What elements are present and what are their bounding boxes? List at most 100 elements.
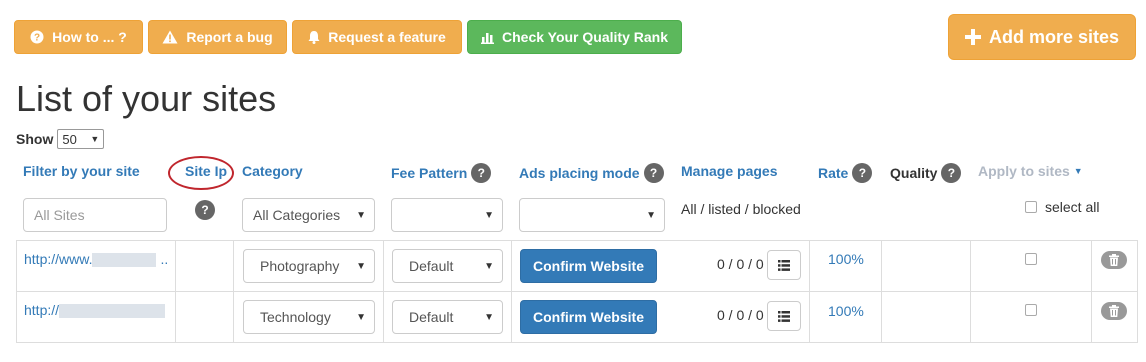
pages-count: 0 / 0 / 0 (717, 307, 764, 323)
fee-filter-select[interactable]: ▼ (391, 198, 503, 232)
show-entries-select[interactable]: 50 ▼ (57, 129, 105, 149)
list-icon (778, 310, 790, 322)
show-label: Show (16, 131, 54, 147)
apply-to-sites-dropdown[interactable]: Apply to sites ▼ (978, 163, 1083, 179)
delete-button[interactable] (1101, 302, 1127, 320)
bar-chart-icon (481, 31, 494, 44)
pages-count: 0 / 0 / 0 (717, 256, 764, 272)
how-to-button[interactable]: ? How to ... ? (14, 20, 143, 54)
caret-down-icon: ▼ (484, 260, 494, 272)
category-label: Category (242, 163, 303, 179)
svg-text:?: ? (34, 33, 40, 44)
caret-down-icon: ▼ (356, 209, 366, 221)
row-fee-value: Default (409, 258, 454, 274)
caret-down-icon: ▼ (646, 209, 656, 221)
rate-header[interactable]: Rate ? (818, 163, 873, 183)
column-divider (970, 240, 971, 342)
page-title: List of your sites (16, 78, 277, 119)
confirm-website-button[interactable]: Confirm Website (520, 300, 657, 334)
quality-rank-button[interactable]: Check Your Quality Rank (467, 20, 682, 54)
filter-by-site-label: Filter by your site (23, 163, 140, 179)
caret-down-icon: ▼ (356, 311, 366, 323)
site-filter-input[interactable]: All Sites (23, 198, 167, 232)
site-url-text: http:// (24, 302, 60, 318)
request-feature-button[interactable]: Request a feature (292, 20, 462, 54)
filter-by-site-header[interactable]: Filter by your site (23, 163, 140, 179)
caret-down-icon: ▼ (90, 134, 100, 144)
quality-rank-label: Check Your Quality Rank (502, 29, 668, 45)
column-divider (175, 240, 176, 342)
row-fee-value: Default (409, 309, 454, 325)
add-more-sites-button[interactable]: Add more sites (948, 14, 1136, 60)
show-entries-value: 50 (62, 131, 77, 147)
manage-pages-label: Manage pages (681, 163, 778, 179)
fee-pattern-header[interactable]: Fee Pattern ? (391, 163, 492, 183)
table-border (16, 240, 17, 342)
category-filter-select[interactable]: All Categories ▼ (242, 198, 375, 232)
site-ip-help-icon[interactable]: ? (195, 200, 215, 220)
category-header[interactable]: Category (242, 163, 303, 179)
trash-icon (1109, 254, 1119, 266)
ads-mode-header[interactable]: Ads placing mode ? (519, 163, 664, 183)
select-all-checkbox[interactable] (1025, 201, 1037, 213)
manage-pages-filter-text: All / listed / blocked (681, 201, 801, 217)
question-icon[interactable]: ? (471, 163, 492, 183)
quality-header[interactable]: Quality ? (890, 163, 962, 183)
plus-icon (964, 29, 981, 45)
list-icon (778, 259, 790, 271)
rate-value: 100% (828, 303, 864, 319)
redacted-url (92, 253, 157, 268)
column-divider (809, 240, 810, 342)
site-url-text: http://www. (24, 251, 93, 267)
question-icon[interactable]: ? (852, 163, 873, 183)
column-divider (1091, 240, 1092, 342)
confirm-website-label: Confirm Website (533, 309, 644, 325)
apply-to-sites-label: Apply to sites (978, 163, 1070, 179)
rate-label: Rate (818, 165, 849, 181)
manage-pages-button[interactable] (767, 250, 801, 280)
report-bug-button[interactable]: Report a bug (148, 20, 287, 54)
bell-icon (308, 30, 320, 44)
quality-label: Quality (890, 165, 938, 181)
fee-pattern-label: Fee Pattern (391, 165, 468, 181)
caret-down-icon: ▼ (484, 311, 494, 323)
report-bug-label: Report a bug (186, 29, 273, 45)
column-divider (383, 240, 384, 342)
manage-pages-header[interactable]: Manage pages (681, 163, 777, 179)
category-filter-value: All Categories (253, 207, 341, 223)
row-category-select[interactable]: Photography ▼ (243, 249, 375, 283)
select-all-label: select all (1045, 199, 1100, 215)
table-divider (16, 342, 1138, 343)
row-checkbox[interactable] (1025, 304, 1037, 316)
trash-icon (1109, 305, 1119, 317)
row-category-select[interactable]: Technology ▼ (243, 300, 375, 334)
site-filter-placeholder: All Sites (34, 207, 85, 223)
confirm-website-label: Confirm Website (533, 258, 644, 274)
row-category-value: Technology (260, 309, 331, 325)
ads-mode-filter-select[interactable]: ▼ (519, 198, 665, 232)
question-circle-icon: ? (30, 30, 44, 44)
delete-button[interactable] (1101, 251, 1127, 269)
row-fee-select[interactable]: Default ▼ (392, 249, 503, 283)
request-feature-label: Request a feature (328, 29, 446, 45)
row-fee-select[interactable]: Default ▼ (392, 300, 503, 334)
site-url-ellipsis: .. (160, 251, 169, 267)
add-more-sites-label: Add more sites (988, 26, 1120, 47)
column-divider (233, 240, 234, 342)
caret-down-icon: ▼ (356, 260, 366, 272)
site-url-link[interactable]: http:// (24, 302, 166, 319)
table-border (1137, 240, 1138, 342)
ads-mode-label: Ads placing mode (519, 165, 640, 181)
show-entries: Show 50 ▼ (16, 129, 105, 149)
column-divider (881, 240, 882, 342)
manage-pages-button[interactable] (767, 301, 801, 331)
how-to-label: How to ... ? (52, 29, 127, 45)
redacted-url (59, 304, 166, 319)
row-category-value: Photography (260, 258, 340, 274)
site-url-link[interactable]: http://www... (24, 251, 169, 268)
question-icon[interactable]: ? (941, 163, 962, 183)
question-icon[interactable]: ? (643, 163, 664, 183)
rate-value: 100% (828, 251, 864, 267)
row-checkbox[interactable] (1025, 253, 1037, 265)
confirm-website-button[interactable]: Confirm Website (520, 249, 657, 283)
